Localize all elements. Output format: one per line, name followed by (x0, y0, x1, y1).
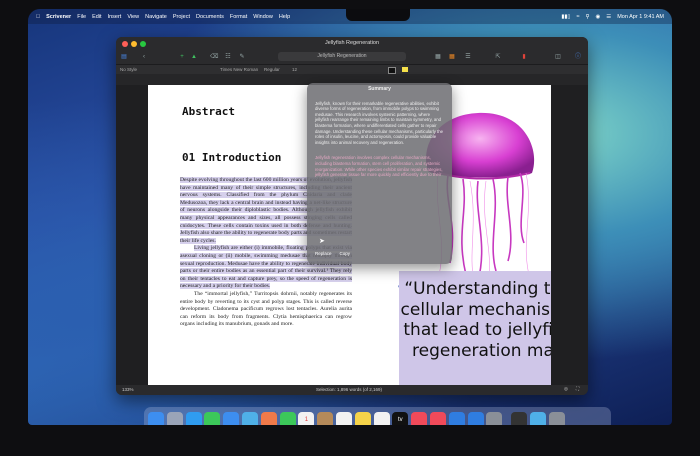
freeform-icon[interactable] (373, 411, 390, 425)
format-bar: No Style Times New Roman Regular 12 (116, 65, 588, 74)
keynote-icon[interactable] (448, 411, 465, 425)
summary-paragraph-2: Jellyfish regeneration involves complex … (315, 155, 443, 178)
photos-icon[interactable] (260, 411, 277, 425)
fullscreen-icon[interactable]: ⛶ (576, 386, 579, 391)
menu-help[interactable]: Help (279, 14, 290, 20)
menu-documents[interactable]: Documents (196, 14, 224, 20)
menu-format[interactable]: Format (230, 14, 247, 20)
pull-quote[interactable]: “Understanding the cellular mechanisms t… (399, 271, 551, 385)
view-mode-icon[interactable]: ▦ (434, 53, 442, 61)
downloads-icon[interactable] (529, 411, 546, 425)
inspector-icon[interactable]: ◫ (554, 53, 562, 61)
back-icon[interactable]: ‹ (140, 53, 148, 61)
summary-paragraph-1: Jellyfish, known for their remarkable re… (315, 100, 444, 145)
messages-icon[interactable] (204, 411, 221, 425)
zoom-button[interactable] (140, 40, 146, 47)
font-family-select[interactable]: Times New Roman (220, 67, 258, 72)
menu-app-name[interactable]: Scrivener (46, 14, 71, 20)
camera-notch (346, 9, 410, 21)
document-search-field[interactable]: Jellyfish Regeneration (278, 52, 406, 61)
apple-icon[interactable]:  (36, 14, 40, 20)
reminders-icon[interactable] (335, 411, 352, 425)
replace-button[interactable]: Replace (315, 251, 332, 257)
window-titlebar: Jellyfish Regeneration (116, 37, 588, 50)
menu-navigate[interactable]: Navigate (145, 14, 167, 20)
window-title: Jellyfish Regeneration (324, 40, 380, 46)
facetime-icon[interactable] (279, 411, 296, 425)
paragraph-style-select[interactable]: No Style (120, 67, 137, 72)
info-icon[interactable]: ⓘ (574, 53, 582, 61)
status-bar: 133% Selection: 1,896 words (of 2,169) ◎… (116, 385, 588, 395)
compile-icon[interactable]: ⇱ (494, 53, 502, 61)
summary-title: Summary (368, 86, 391, 92)
font-size-field[interactable]: 12 (292, 67, 297, 72)
copy-button[interactable]: Copy (340, 251, 351, 257)
notes-icon[interactable] (354, 411, 371, 425)
menu-edit[interactable]: Edit (92, 14, 101, 20)
zoom-select[interactable]: 133% (122, 387, 134, 392)
scrivener-icon[interactable] (511, 411, 528, 425)
music-icon[interactable] (411, 411, 428, 425)
search-icon[interactable]: ⚲ (585, 14, 589, 20)
menu-file[interactable]: File (77, 14, 86, 20)
contacts-icon[interactable] (317, 411, 334, 425)
add-document-icon[interactable]: + (178, 53, 186, 61)
launchpad-icon[interactable] (166, 411, 183, 425)
close-button[interactable] (122, 40, 128, 47)
paragraph-3[interactable]: The “immortal jellyfish,” Turritopsis do… (180, 291, 352, 327)
clock[interactable]: Mon Apr 1 9:41 AM (617, 14, 664, 20)
mouse-pointer-icon: ➤ (319, 238, 325, 245)
safari-icon[interactable] (185, 411, 202, 425)
battery-icon[interactable]: ▮▮▯ (561, 14, 570, 20)
desktop:  Scrivener File Edit Insert View Naviga… (28, 9, 672, 425)
abstract-heading[interactable]: Abstract (182, 105, 235, 118)
dock: 1 tv (144, 407, 611, 425)
app-store-icon[interactable] (467, 411, 484, 425)
bookmark-icon[interactable]: ▮ (520, 53, 528, 61)
news-icon[interactable] (429, 411, 446, 425)
toolbar: ▤ ‹ + ▲ ⌫ ☷ ✎ Jellyfish Regeneration ▦ ▦… (116, 50, 588, 65)
calendar-icon[interactable]: 1 (298, 411, 315, 425)
control-center-icon[interactable]: ☰ (606, 14, 611, 20)
menu-insert[interactable]: Insert (108, 14, 122, 20)
apple-tv-icon[interactable]: tv (392, 411, 409, 425)
minimize-button[interactable] (131, 40, 137, 47)
menu-view[interactable]: View (127, 14, 139, 20)
laptop-bezel:  Scrivener File Edit Insert View Naviga… (0, 0, 700, 456)
menu-project[interactable]: Project (173, 14, 190, 20)
highlight-color-swatch[interactable] (402, 67, 408, 72)
wifi-icon[interactable]: ≈ (576, 14, 579, 20)
binder-toggle-icon[interactable]: ▤ (120, 53, 128, 61)
add-folder-icon[interactable]: ▲ (190, 53, 198, 61)
grid-view-icon[interactable]: ▦ (448, 53, 456, 61)
edit-icon[interactable]: ✎ (238, 53, 246, 61)
maps-icon[interactable] (241, 411, 258, 425)
target-icon[interactable]: ◎ (564, 386, 568, 392)
system-settings-icon[interactable] (486, 411, 503, 425)
outline-view-icon[interactable]: ☰ (464, 53, 472, 61)
writing-tools-summary-panel: Summary Jellyfish, known for their remar… (307, 83, 452, 264)
font-weight-select[interactable]: Regular (264, 67, 280, 72)
trash-icon[interactable] (548, 411, 565, 425)
finder-icon[interactable] (148, 411, 164, 425)
mail-icon[interactable] (223, 411, 240, 425)
user-icon[interactable]: ◉ (595, 14, 600, 20)
quick-reference-icon[interactable]: ☷ (224, 53, 232, 61)
menu-window[interactable]: Window (253, 14, 273, 20)
text-color-swatch[interactable] (388, 67, 396, 74)
word-count: Selection: 1,896 words (of 2,169) (316, 387, 383, 392)
trash-icon[interactable]: ⌫ (210, 53, 218, 61)
intro-heading[interactable]: 01 Introduction (182, 151, 281, 164)
